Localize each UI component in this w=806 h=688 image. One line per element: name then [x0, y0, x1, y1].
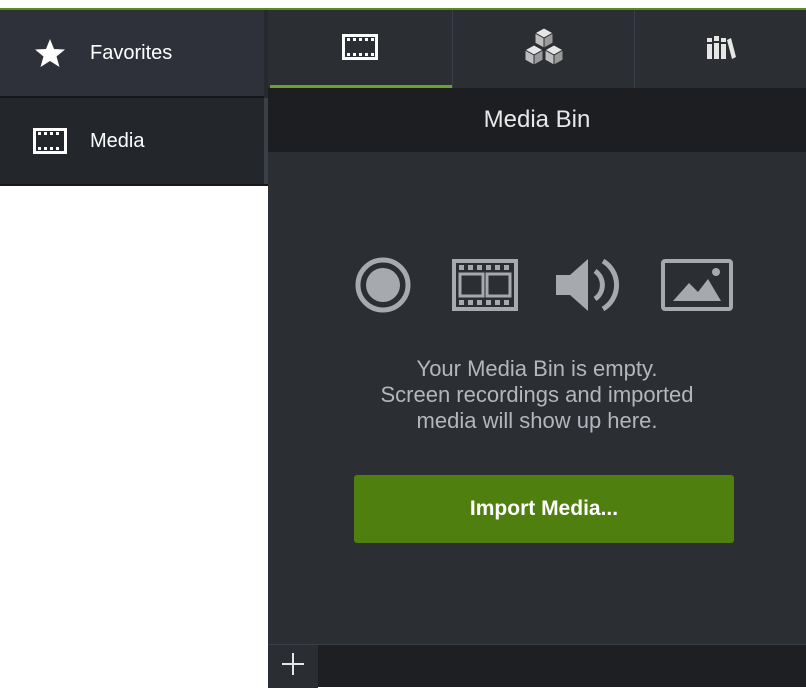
bottom-toolbar	[268, 644, 806, 688]
cubes-icon	[522, 26, 566, 72]
film-icon	[342, 33, 378, 65]
panel-tabs	[268, 10, 806, 88]
sidebar-item-label: Media	[90, 129, 145, 152]
media-bin-title: Media Bin	[268, 88, 806, 152]
top-accent-line	[0, 0, 806, 10]
tab-media[interactable]	[268, 10, 452, 88]
empty-message-line: Your Media Bin is empty.	[416, 356, 658, 381]
import-media-button[interactable]: Import Media...	[354, 475, 734, 543]
add-button[interactable]	[268, 645, 318, 688]
empty-state-message: Your Media Bin is empty. Screen recordin…	[268, 356, 806, 434]
media-panel: Media Bin Your Media Bin is empty. Scree…	[268, 10, 806, 688]
sidebar: Favorites Media	[0, 10, 268, 186]
media-bin-empty-state: Your Media Bin is empty. Screen recordin…	[268, 152, 806, 644]
tab-library[interactable]	[634, 10, 806, 88]
sidebar-item-media[interactable]: Media	[0, 98, 264, 184]
library-icon	[706, 34, 736, 65]
record-icon	[354, 256, 412, 314]
tab-library-assets[interactable]	[452, 10, 634, 88]
sidebar-item-label: Favorites	[90, 41, 173, 64]
image-icon	[660, 256, 734, 314]
empty-message-line: Screen recordings and imported	[380, 382, 694, 407]
star-icon	[32, 38, 68, 68]
plus-icon	[281, 652, 305, 681]
film-icon	[452, 256, 518, 314]
media-type-icons	[354, 256, 734, 314]
sidebar-item-favorites[interactable]: Favorites	[0, 10, 264, 96]
audio-icon	[554, 256, 620, 314]
sidebar-bottom-border	[0, 184, 268, 186]
film-icon	[32, 126, 68, 156]
empty-message-line: media will show up here.	[416, 408, 658, 433]
